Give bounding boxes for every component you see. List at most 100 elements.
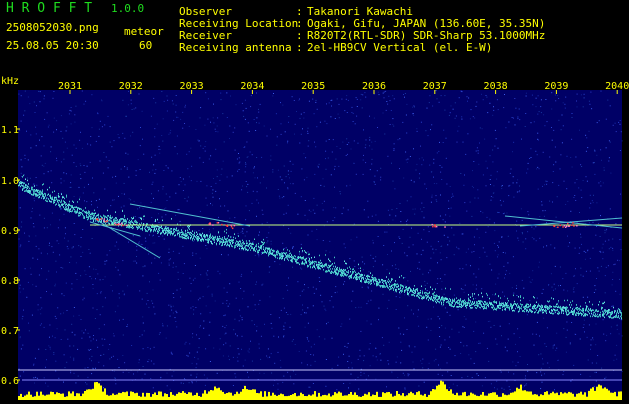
noise-dot — [56, 120, 58, 122]
trace-dot — [174, 235, 175, 237]
noise-dot — [246, 141, 248, 143]
trace-dot — [29, 192, 30, 194]
noise-dot — [211, 293, 213, 295]
noise-dot — [447, 236, 449, 238]
noise-dot — [90, 144, 92, 146]
trace-dot — [344, 260, 345, 262]
trace-dot — [207, 241, 208, 244]
noise-dot — [362, 94, 364, 96]
noise-dot — [477, 375, 479, 376]
trace-dot — [378, 283, 379, 286]
noise-dot — [212, 204, 213, 206]
noise-dot — [526, 311, 528, 313]
noise-dot — [189, 343, 191, 345]
noise-dot — [430, 270, 432, 272]
trace-dot — [398, 288, 399, 290]
trace-dot — [457, 302, 458, 305]
noise-dot — [401, 349, 403, 351]
noise-dot — [285, 212, 287, 214]
trace-dot — [292, 257, 293, 260]
noise-dot — [197, 299, 199, 301]
noise-dot — [498, 212, 500, 213]
noise-dot — [111, 356, 112, 358]
noise-dot — [200, 313, 202, 315]
trace-dot — [389, 288, 390, 291]
trace-dot — [459, 300, 460, 302]
trace-dot — [42, 184, 43, 186]
noise-dot — [532, 270, 534, 272]
noise-dot — [91, 238, 93, 239]
noise-dot — [322, 209, 324, 211]
noise-dot — [306, 364, 308, 366]
trace-dot — [505, 303, 506, 305]
trace-dot — [528, 311, 529, 313]
noise-dot — [499, 199, 501, 201]
noise-dot — [444, 274, 446, 276]
noise-dot — [252, 294, 254, 296]
noise-dot — [85, 274, 87, 275]
noise-dot — [407, 373, 409, 375]
noise-dot — [307, 322, 309, 324]
noise-dot — [119, 319, 120, 321]
noise-dot — [368, 375, 369, 377]
trace-dot — [458, 299, 459, 301]
trace-dot — [476, 301, 477, 303]
noise-dot — [168, 304, 170, 306]
trace-dot — [434, 291, 435, 294]
noise-dot — [189, 352, 191, 354]
noise-dot — [536, 321, 538, 323]
trace-dot — [47, 200, 48, 203]
noise-dot — [504, 346, 506, 348]
noise-dot — [192, 252, 194, 254]
noise-dot — [593, 292, 595, 293]
noise-dot — [143, 330, 145, 332]
noise-dot — [412, 113, 414, 115]
noise-dot — [590, 91, 592, 93]
trace-dot — [187, 234, 188, 237]
noise-dot — [70, 174, 72, 176]
trace-dot — [416, 294, 417, 297]
noise-dot — [399, 168, 400, 170]
noise-dot — [38, 348, 40, 350]
noise-dot — [342, 207, 344, 209]
noise-dot — [400, 221, 402, 223]
noise-dot — [350, 148, 352, 150]
trace-dot — [213, 236, 214, 238]
noise-dot — [86, 165, 88, 167]
noise-dot — [24, 154, 26, 156]
trace-dot — [514, 310, 515, 312]
noise-dot — [224, 327, 226, 329]
trace-dot — [49, 186, 50, 189]
trace-dot — [414, 295, 415, 297]
trace-dot — [179, 235, 180, 238]
noise-dot — [326, 221, 328, 223]
noise-dot — [540, 371, 542, 373]
trace-dot — [521, 308, 522, 310]
trace-dot — [283, 252, 284, 254]
noise-dot — [76, 279, 78, 280]
trace-dot — [129, 225, 130, 228]
noise-dot — [441, 325, 443, 327]
trace-dot — [504, 306, 505, 308]
noise-dot — [116, 261, 118, 263]
noise-dot — [165, 337, 167, 339]
noise-dot — [44, 118, 46, 120]
trace-dot — [176, 229, 177, 231]
noise-dot — [64, 329, 66, 331]
trace-dot — [225, 240, 226, 243]
noise-dot — [544, 184, 546, 186]
trace-dot — [380, 285, 381, 287]
noise-dot — [444, 307, 446, 309]
noise-dot — [418, 158, 420, 160]
trace-dot — [50, 194, 51, 197]
noise-dot — [190, 374, 192, 376]
noise-dot — [43, 217, 45, 219]
trace-dot — [81, 208, 82, 211]
noise-dot — [576, 93, 578, 95]
trace-dot — [489, 297, 490, 300]
noise-dot — [449, 215, 451, 217]
noise-dot — [90, 349, 92, 350]
noise-dot — [229, 303, 231, 305]
trace-dot — [138, 227, 139, 229]
trace-dot — [373, 278, 374, 280]
